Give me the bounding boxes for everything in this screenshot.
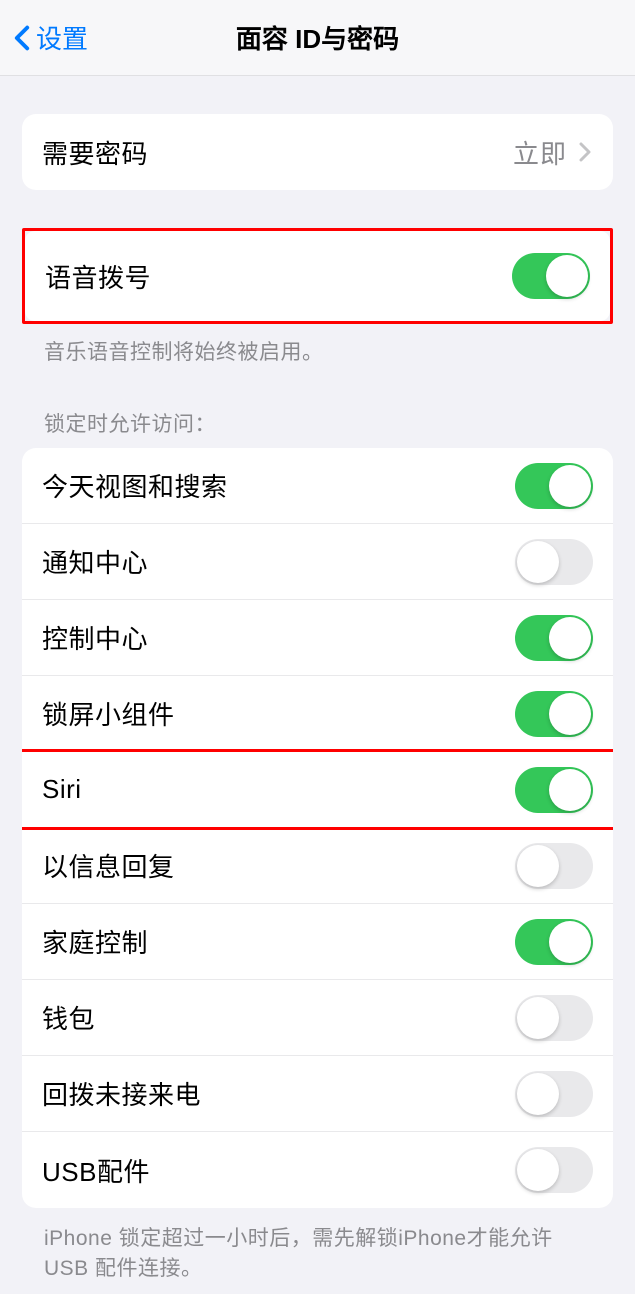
- lock-access-label: 通知中心: [42, 543, 148, 580]
- toggle-knob: [549, 693, 591, 735]
- lock-access-label: 锁屏小组件: [42, 695, 175, 732]
- lock-access-cell: 钱包: [22, 980, 613, 1056]
- toggle-knob: [549, 617, 591, 659]
- lock-access-group: 今天视图和搜索通知中心控制中心锁屏小组件 Siri 以信息回复家庭控制钱包回拨未接来…: [22, 448, 613, 1208]
- back-label: 设置: [36, 19, 88, 56]
- voice-dial-footer: 音乐语音控制将始终被启用。: [22, 324, 613, 378]
- voice-dial-highlight: 语音拨号: [22, 228, 613, 324]
- lock-access-label: USB配件: [42, 1152, 150, 1189]
- lock-access-label: 钱包: [42, 999, 95, 1036]
- require-passcode-label: 需要密码: [42, 134, 148, 171]
- lock-access-cell: USB配件: [22, 1132, 613, 1208]
- lock-access-cell: 回拨未接来电: [22, 1056, 613, 1132]
- toggle-knob: [517, 845, 559, 887]
- lock-access-label: 家庭控制: [42, 923, 148, 960]
- lock-access-cell: 以信息回复: [22, 828, 613, 904]
- toggle-knob: [546, 255, 588, 297]
- lock-access-label: 回拨未接来电: [42, 1075, 201, 1112]
- lock-access-toggle[interactable]: [515, 843, 593, 889]
- lock-access-cell: 通知中心: [22, 524, 613, 600]
- nav-bar: 设置 面容 ID与密码: [0, 0, 635, 76]
- toggle-knob: [549, 769, 591, 811]
- lock-access-label: Siri: [42, 774, 82, 805]
- require-passcode-value-wrap: 立即: [513, 134, 593, 171]
- lock-access-toggle[interactable]: [515, 615, 593, 661]
- back-button[interactable]: 设置: [12, 19, 88, 56]
- chevron-right-icon: [579, 141, 593, 163]
- voice-dial-cell: 语音拨号: [25, 231, 610, 321]
- lock-access-cell: Siri: [22, 752, 613, 828]
- lock-access-label: 今天视图和搜索: [42, 467, 228, 504]
- lock-access-toggle[interactable]: [515, 919, 593, 965]
- lock-access-label: 以信息回复: [42, 847, 175, 884]
- toggle-knob: [549, 465, 591, 507]
- lock-access-cell: 控制中心: [22, 600, 613, 676]
- voice-dial-label: 语音拨号: [45, 258, 151, 295]
- toggle-knob: [517, 997, 559, 1039]
- toggle-knob: [549, 921, 591, 963]
- lock-access-cell: 家庭控制: [22, 904, 613, 980]
- chevron-left-icon: [12, 24, 32, 52]
- lock-access-header: 锁定时允许访问：: [22, 398, 613, 448]
- passcode-group: 需要密码 立即: [22, 114, 613, 190]
- require-passcode-value: 立即: [513, 134, 567, 171]
- lock-access-toggle[interactable]: [515, 1071, 593, 1117]
- lock-access-footer: iPhone 锁定超过一小时后，需先解锁iPhone才能允许 USB 配件连接。: [22, 1208, 613, 1294]
- require-passcode-cell[interactable]: 需要密码 立即: [22, 114, 613, 190]
- lock-access-label: 控制中心: [42, 619, 148, 656]
- toggle-knob: [517, 1149, 559, 1191]
- toggle-knob: [517, 1073, 559, 1115]
- voice-dial-group: 语音拨号: [25, 231, 610, 321]
- voice-dial-toggle[interactable]: [512, 253, 590, 299]
- page-title: 面容 ID与密码: [0, 19, 635, 56]
- lock-access-cell: 今天视图和搜索: [22, 448, 613, 524]
- lock-access-toggle[interactable]: [515, 539, 593, 585]
- lock-access-toggle[interactable]: [515, 767, 593, 813]
- lock-access-toggle[interactable]: [515, 995, 593, 1041]
- lock-access-toggle[interactable]: [515, 463, 593, 509]
- lock-access-cell: 锁屏小组件: [22, 676, 613, 752]
- lock-access-toggle[interactable]: [515, 1147, 593, 1193]
- toggle-knob: [517, 541, 559, 583]
- lock-access-toggle[interactable]: [515, 691, 593, 737]
